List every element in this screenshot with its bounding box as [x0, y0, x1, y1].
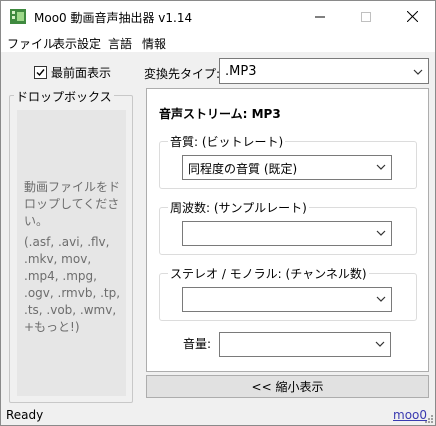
always-on-top-label: 最前面表示 [51, 66, 112, 80]
always-on-top-checkbox[interactable]: 最前面表示 [34, 64, 111, 81]
chevron-down-icon [376, 230, 386, 236]
channels-label: ステレオ / モノラル: (チャンネル数) [168, 265, 369, 282]
drop-instruction: 動画ファイルをドロップしてください。 [24, 180, 121, 228]
app-icon [10, 9, 26, 24]
menu-language[interactable]: 言語 [108, 35, 132, 52]
minimize-button[interactable] [297, 1, 343, 32]
output-format-select[interactable]: .MP3 [219, 58, 429, 84]
dropbox-group: ドロップボックス 動画ファイルをドロップしてください。 (.asf, .avi,… [9, 88, 133, 403]
volume-label: 音量: [183, 337, 212, 351]
shrink-view-label: << 縮小表示 [251, 380, 324, 394]
frequency-label: 周波数: (サンプルレート) [168, 199, 309, 216]
maximize-icon [361, 11, 371, 22]
checkmark-icon [36, 69, 45, 77]
chevron-down-icon [376, 296, 386, 302]
quality-label: 音質: (ビットレート) [168, 133, 286, 150]
resize-grip-icon[interactable] [424, 414, 434, 424]
maximize-button[interactable] [343, 1, 389, 32]
title-bar[interactable]: Moo0 動画音声抽出器 v1.14 [1, 1, 435, 32]
menu-file[interactable]: ファイル [7, 35, 55, 52]
status-text: Ready [6, 408, 44, 422]
volume-select[interactable] [219, 332, 391, 357]
moo0-link[interactable]: moo0 [393, 408, 427, 422]
channels-select[interactable] [182, 287, 392, 312]
chevron-down-icon [376, 164, 386, 170]
quality-value: 同程度の音質 (既定) [188, 162, 298, 176]
audio-stream-title: 音声ストリーム: MP3 [159, 107, 281, 121]
quality-group: 音質: (ビットレート) 同程度の音質 (既定) [159, 133, 417, 189]
frequency-select[interactable] [182, 221, 392, 246]
frequency-group: 周波数: (サンプルレート) [159, 199, 417, 255]
channels-group: ステレオ / モノラル: (チャンネル数) [159, 265, 417, 321]
menu-display-settings[interactable]: 表示設定 [53, 35, 101, 52]
quality-select[interactable]: 同程度の音質 (既定) [182, 155, 392, 180]
audio-stream-panel: 音声ストリーム: MP3 音質: (ビットレート) 同程度の音質 (既定) 周波… [146, 88, 429, 372]
main-content: 最前面表示 ドロップボックス 動画ファイルをドロップしてください。 (.asf,… [1, 52, 435, 405]
chevron-down-icon [413, 69, 423, 75]
checkbox-box[interactable] [34, 66, 47, 79]
menu-bar: ファイル 表示設定 言語 情報 [1, 32, 435, 52]
shrink-view-button[interactable]: << 縮小表示 [146, 375, 429, 398]
close-icon [406, 11, 418, 22]
window-title: Moo0 動画音声抽出器 v1.14 [34, 11, 193, 25]
menu-info[interactable]: 情報 [142, 35, 166, 52]
close-button[interactable] [389, 1, 435, 32]
output-format-label: 変換先タイプ: [144, 67, 221, 81]
dropbox-legend: ドロップボックス [14, 88, 114, 105]
minimize-icon [315, 16, 325, 17]
drop-zone[interactable]: 動画ファイルをドロップしてください。 (.asf, .avi, .flv, .m… [17, 110, 126, 396]
output-format-value: .MP3 [225, 64, 257, 79]
status-bar: Ready moo0 [1, 405, 435, 425]
app-window: Moo0 動画音声抽出器 v1.14 ファイル 表示設定 言語 情報 最前面表示… [0, 0, 436, 426]
supported-extensions: (.asf, .avi, .flv, .mkv, mov, .mp4, .mpg… [24, 235, 121, 334]
chevron-down-icon [375, 341, 385, 347]
